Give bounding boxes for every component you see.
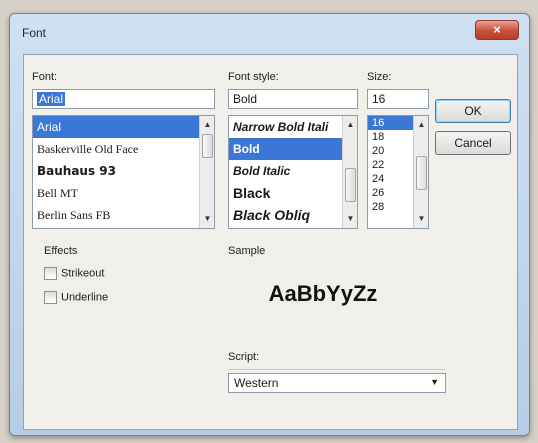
underline-checkbox[interactable] [44, 291, 57, 304]
scroll-thumb[interactable] [416, 156, 427, 190]
sample-label: Sample [228, 245, 266, 257]
down-arrow-icon[interactable]: ▼ [200, 212, 214, 226]
size-list[interactable]: 16 18 20 22 24 26 28 ▲ ▼ [367, 115, 429, 229]
font-label: Font: [32, 71, 58, 83]
size-list-scrollbar[interactable]: ▲ ▼ [413, 116, 428, 228]
up-arrow-icon[interactable]: ▲ [343, 118, 357, 132]
down-arrow-icon[interactable]: ▼ [343, 212, 357, 226]
font-style-input[interactable]: Bold [228, 89, 358, 109]
window-title: Font [22, 26, 47, 40]
font-style-list-item[interactable]: Black Obliq [229, 204, 357, 226]
font-style-value: Bold [233, 92, 258, 106]
font-list-item[interactable]: Bauhaus 93 [33, 160, 214, 182]
font-style-list-item[interactable]: Bold Italic [229, 160, 357, 182]
font-list-scrollbar[interactable]: ▲ ▼ [199, 116, 214, 228]
font-list-item[interactable]: Bell MT [33, 182, 214, 204]
font-list-item[interactable]: Berlin Sans FB [33, 204, 214, 226]
font-style-list-item[interactable]: Black [229, 182, 357, 204]
scroll-thumb[interactable] [202, 134, 213, 158]
font-style-list[interactable]: Narrow Bold Itali Bold Bold Italic Black Bla… [228, 115, 358, 229]
strikeout-option[interactable]: Strikeout [44, 267, 104, 283]
script-select[interactable]: Western ▼ [228, 373, 446, 393]
script-label: Script: [228, 351, 260, 363]
font-dialog: Font × Font: Arial Arial Baskerville Old … [9, 13, 530, 436]
dialog-body: Font: Arial Arial Baskerville Old Face Bau… [23, 54, 518, 430]
effects-label: Effects [44, 245, 78, 257]
ok-button[interactable]: OK [435, 99, 511, 123]
scroll-thumb[interactable] [345, 168, 356, 202]
font-list-item[interactable]: Baskerville Old Face [33, 138, 214, 160]
sample-preview: AaBbYyZz [268, 281, 378, 306]
size-value: 16 [372, 92, 386, 106]
size-label: Size: [367, 71, 392, 83]
up-arrow-icon[interactable]: ▲ [414, 118, 428, 132]
script-value: Western [234, 376, 279, 390]
down-arrow-icon[interactable]: ▼ [414, 212, 428, 226]
font-list[interactable]: Arial Baskerville Old Face Bauhaus 93 Bell … [32, 115, 215, 229]
up-arrow-icon[interactable]: ▲ [200, 118, 214, 132]
divider [228, 369, 446, 370]
close-button[interactable]: × [475, 20, 519, 40]
font-name-value: Arial [37, 92, 66, 106]
strikeout-label: Strikeout [61, 267, 105, 280]
strikeout-checkbox[interactable] [44, 267, 57, 280]
font-style-list-item[interactable]: Bold [229, 138, 357, 160]
font-list-item[interactable]: Arial [33, 116, 214, 138]
underline-option[interactable]: Underline [44, 291, 108, 307]
style-list-scrollbar[interactable]: ▲ ▼ [342, 116, 357, 228]
font-name-input[interactable]: Arial [32, 89, 215, 109]
size-input[interactable]: 16 [367, 89, 429, 109]
chevron-down-icon[interactable]: ▼ [430, 377, 439, 387]
cancel-button[interactable]: Cancel [435, 131, 511, 155]
font-style-label: Font style: [228, 71, 279, 83]
underline-label: Underline [61, 291, 109, 304]
font-style-list-item[interactable]: Narrow Bold Itali [229, 116, 357, 138]
